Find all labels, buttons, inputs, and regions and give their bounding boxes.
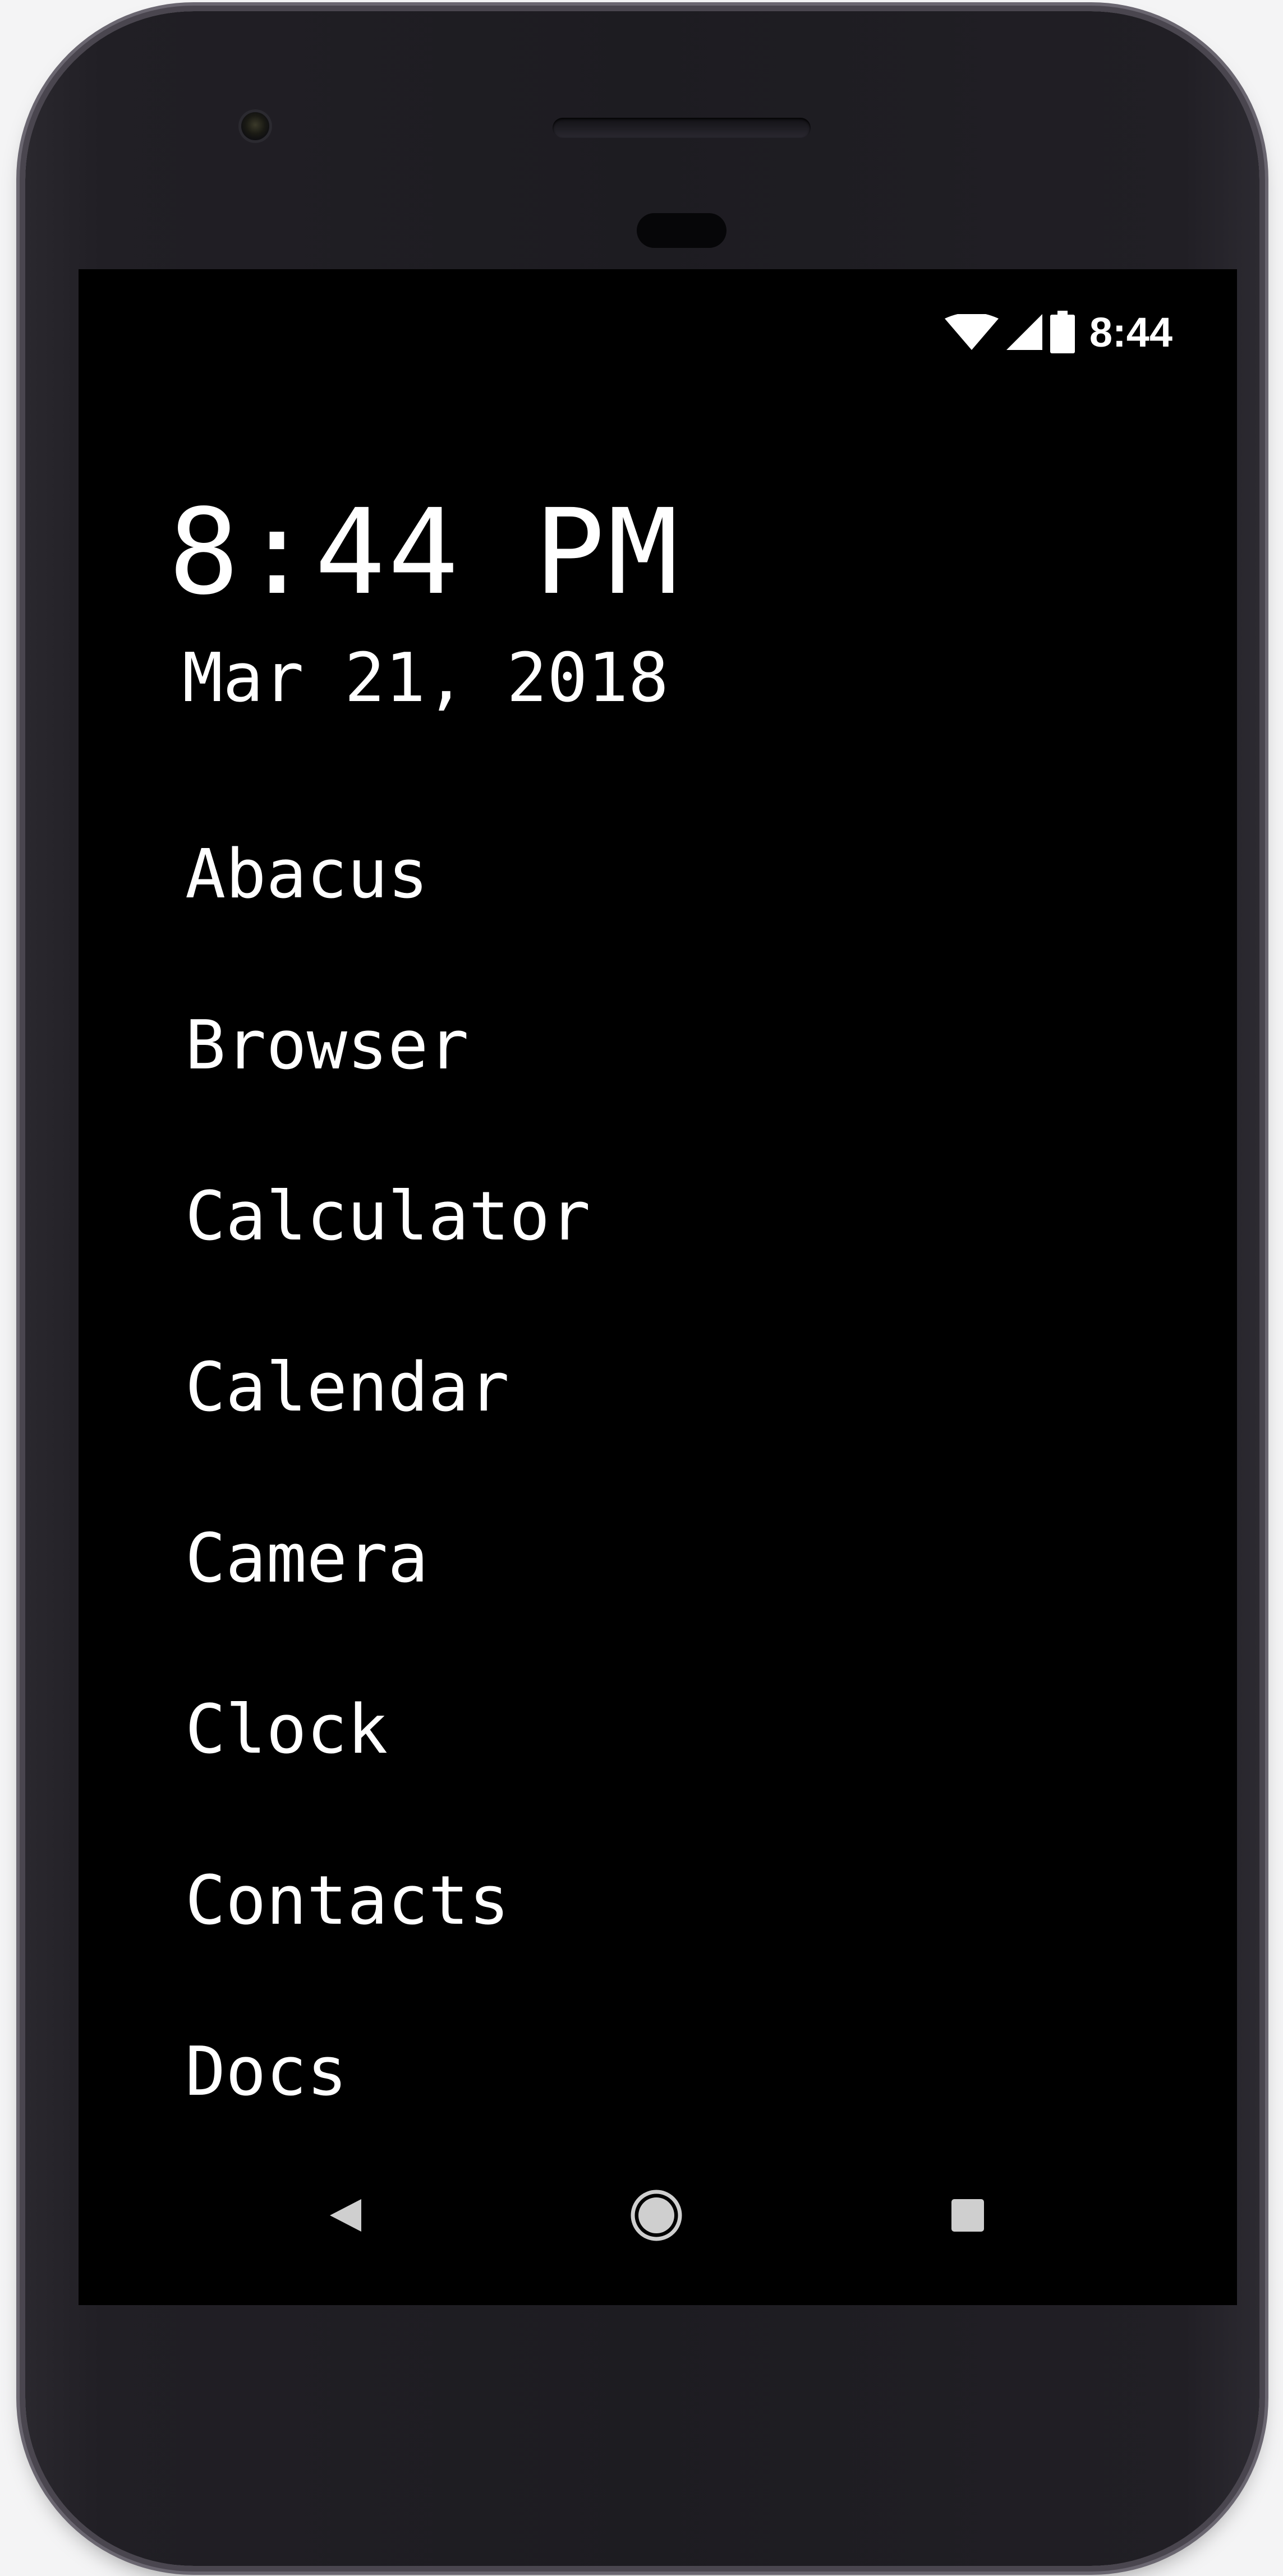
status-bar-time: 8:44 <box>1089 308 1172 356</box>
navigation-bar <box>79 2176 1237 2255</box>
screen: 8:44 8:44 PM Mar 21, 2018 Abacus Browser… <box>79 269 1237 2305</box>
app-item-clock[interactable]: Clock <box>185 1697 590 1868</box>
front-camera <box>241 112 269 140</box>
wifi-icon <box>944 314 999 350</box>
earpiece-speaker <box>553 118 811 138</box>
back-icon <box>330 2199 361 2232</box>
proximity-sensor <box>637 213 726 248</box>
status-bar: 8:44 <box>944 308 1172 356</box>
back-button[interactable] <box>306 2176 384 2255</box>
app-list: Abacus Browser Calculator Calendar Camer… <box>185 841 590 2210</box>
app-item-camera[interactable]: Camera <box>185 1526 590 1697</box>
clock-date[interactable]: Mar 21, 2018 <box>182 645 669 712</box>
app-item-abacus[interactable]: Abacus <box>185 841 590 1012</box>
app-item-calendar[interactable]: Calendar <box>185 1354 590 1526</box>
recents-icon <box>951 2199 984 2232</box>
app-item-browser[interactable]: Browser <box>185 1012 590 1183</box>
app-item-contacts[interactable]: Contacts <box>185 1868 590 2039</box>
recents-button[interactable] <box>928 2176 1007 2255</box>
cell-signal-icon <box>1006 314 1042 350</box>
home-icon <box>631 2190 682 2241</box>
home-button[interactable] <box>617 2176 696 2255</box>
app-item-calculator[interactable]: Calculator <box>185 1183 590 1354</box>
clock-time[interactable]: 8:44 PM <box>168 494 680 611</box>
battery-icon <box>1050 311 1075 353</box>
